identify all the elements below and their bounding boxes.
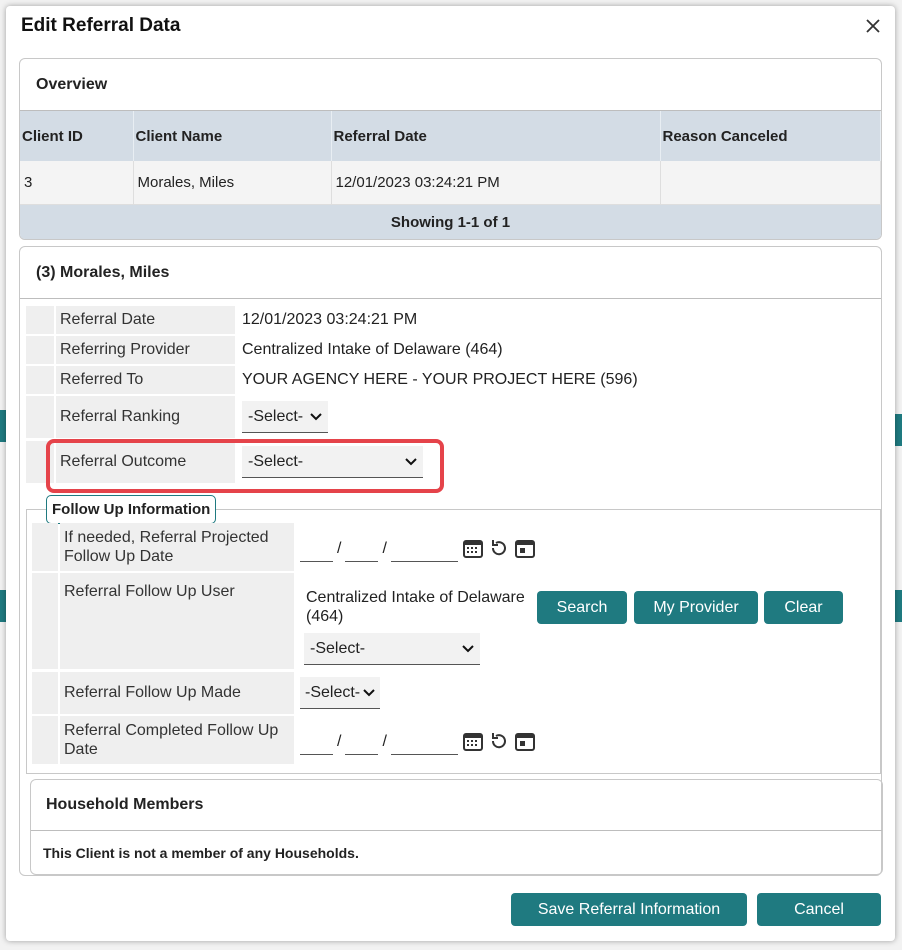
follow-up-made-selected: -Select- bbox=[305, 683, 361, 701]
year-input[interactable] bbox=[390, 727, 458, 755]
cell-client-id: 3 bbox=[20, 161, 134, 205]
household-panel: Household Members This Client is not a m… bbox=[30, 779, 883, 875]
referral-outcome-highlight bbox=[46, 439, 444, 493]
household-message: This Client is not a member of any House… bbox=[43, 845, 359, 861]
referral-ranking-select[interactable]: -Select- bbox=[242, 401, 328, 433]
referral-ranking-label: Referral Ranking bbox=[56, 396, 235, 438]
edit-referral-modal: Edit Referral Data Overview Client ID Cl… bbox=[6, 6, 895, 941]
follow-up-user-value: Centralized Intake of Delaware (464) bbox=[306, 589, 525, 625]
follow-up-user-label: Referral Follow Up User bbox=[60, 573, 294, 669]
referred-to-label: Referred To bbox=[56, 366, 235, 394]
projected-follow-up-date: / / bbox=[294, 523, 536, 571]
row-gutter bbox=[26, 306, 54, 334]
referral-date-label: Referral Date bbox=[56, 306, 235, 334]
cell-client-name: Morales, Miles bbox=[133, 161, 332, 205]
follow-up-made-cell: -Select- bbox=[294, 672, 380, 714]
referring-provider-label: Referring Provider bbox=[56, 336, 235, 364]
my-provider-button[interactable]: My Provider bbox=[634, 591, 758, 624]
chevron-down-icon bbox=[310, 412, 322, 420]
date-separator: / bbox=[382, 733, 387, 750]
follow-up-user-cell: Centralized Intake of Delaware (464) Sea… bbox=[294, 573, 854, 669]
date-separator: / bbox=[382, 540, 387, 557]
cell-reason-canceled bbox=[660, 161, 881, 205]
date-input-group: / / bbox=[300, 725, 536, 755]
row-gutter bbox=[26, 366, 54, 394]
follow-up-user-select[interactable]: -Select- bbox=[304, 633, 480, 665]
date-input-group: / / bbox=[300, 532, 536, 562]
completed-follow-up-row: Referral Completed Follow Up Date / / bbox=[32, 716, 536, 764]
follow-up-legend: Follow Up Information bbox=[46, 495, 217, 524]
referring-provider-row: Referring Provider Centralized Intake of… bbox=[26, 336, 503, 364]
save-referral-button[interactable]: Save Referral Information bbox=[511, 893, 747, 926]
household-title: Household Members bbox=[31, 780, 882, 831]
chevron-down-icon bbox=[462, 644, 474, 652]
overview-title: Overview bbox=[20, 59, 881, 111]
overview-panel: Overview Client ID Client Name Referral … bbox=[19, 58, 882, 240]
referred-to-value: YOUR AGENCY HERE - YOUR PROJECT HERE (59… bbox=[242, 371, 638, 388]
table-row[interactable]: 3 Morales, Miles 12/01/2023 03:24:21 PM bbox=[20, 161, 881, 205]
overview-table: Client ID Client Name Referral Date Reas… bbox=[20, 111, 881, 205]
reset-icon[interactable] bbox=[488, 537, 510, 559]
today-icon[interactable] bbox=[514, 537, 536, 559]
date-separator: / bbox=[337, 733, 342, 750]
column-header-referral-date[interactable]: Referral Date bbox=[331, 111, 661, 161]
referral-ranking-selected: -Select- bbox=[248, 407, 304, 425]
row-gutter bbox=[32, 573, 58, 669]
referring-provider-value: Centralized Intake of Delaware (464) bbox=[242, 341, 503, 358]
referral-ranking-row: Referral Ranking -Select- bbox=[26, 396, 328, 438]
search-button[interactable]: Search bbox=[537, 591, 627, 624]
follow-up-user-selected: -Select- bbox=[310, 639, 366, 657]
day-input[interactable] bbox=[345, 534, 379, 562]
modal-header: Edit Referral Data bbox=[6, 6, 895, 46]
date-separator: / bbox=[337, 540, 342, 557]
cell-referral-date: 12/01/2023 03:24:21 PM bbox=[331, 161, 661, 205]
calendar-icon[interactable] bbox=[462, 730, 484, 752]
row-gutter bbox=[26, 336, 54, 364]
follow-up-made-select[interactable]: -Select- bbox=[300, 677, 380, 709]
follow-up-user-row: Referral Follow Up User Centralized Inta… bbox=[32, 573, 854, 669]
close-icon bbox=[866, 19, 880, 33]
pagination-summary: Showing 1-1 of 1 bbox=[20, 204, 881, 239]
follow-up-made-label: Referral Follow Up Made bbox=[60, 672, 294, 714]
projected-follow-up-label: If needed, Referral Projected Follow Up … bbox=[60, 523, 294, 571]
follow-up-made-row: Referral Follow Up Made -Select- bbox=[32, 672, 380, 714]
close-button[interactable] bbox=[861, 14, 885, 38]
modal-title: Edit Referral Data bbox=[21, 15, 181, 36]
month-input[interactable] bbox=[300, 534, 333, 562]
day-input[interactable] bbox=[345, 727, 379, 755]
today-icon[interactable] bbox=[514, 730, 536, 752]
chevron-down-icon bbox=[363, 688, 375, 696]
completed-follow-up-label: Referral Completed Follow Up Date bbox=[60, 716, 294, 764]
row-gutter bbox=[32, 672, 58, 714]
reset-icon[interactable] bbox=[488, 730, 510, 752]
client-header: (3) Morales, Miles bbox=[20, 247, 881, 299]
year-input[interactable] bbox=[390, 534, 458, 562]
cancel-button[interactable]: Cancel bbox=[757, 893, 881, 926]
referral-date-value: 12/01/2023 03:24:21 PM bbox=[242, 311, 418, 328]
row-gutter bbox=[32, 523, 58, 571]
column-header-client-id[interactable]: Client ID bbox=[20, 111, 134, 161]
row-gutter bbox=[32, 716, 58, 764]
referral-ranking-cell: -Select- bbox=[235, 396, 328, 438]
column-header-client-name[interactable]: Client Name bbox=[133, 111, 332, 161]
row-gutter bbox=[26, 396, 54, 438]
clear-button[interactable]: Clear bbox=[764, 591, 843, 624]
referred-to-row: Referred To YOUR AGENCY HERE - YOUR PROJ… bbox=[26, 366, 638, 394]
calendar-icon[interactable] bbox=[462, 537, 484, 559]
column-header-reason-canceled[interactable]: Reason Canceled bbox=[660, 111, 881, 161]
completed-follow-up-date: / / bbox=[294, 716, 536, 764]
projected-follow-up-row: If needed, Referral Projected Follow Up … bbox=[32, 523, 536, 571]
referral-date-row: Referral Date 12/01/2023 03:24:21 PM bbox=[26, 306, 417, 334]
month-input[interactable] bbox=[300, 727, 333, 755]
